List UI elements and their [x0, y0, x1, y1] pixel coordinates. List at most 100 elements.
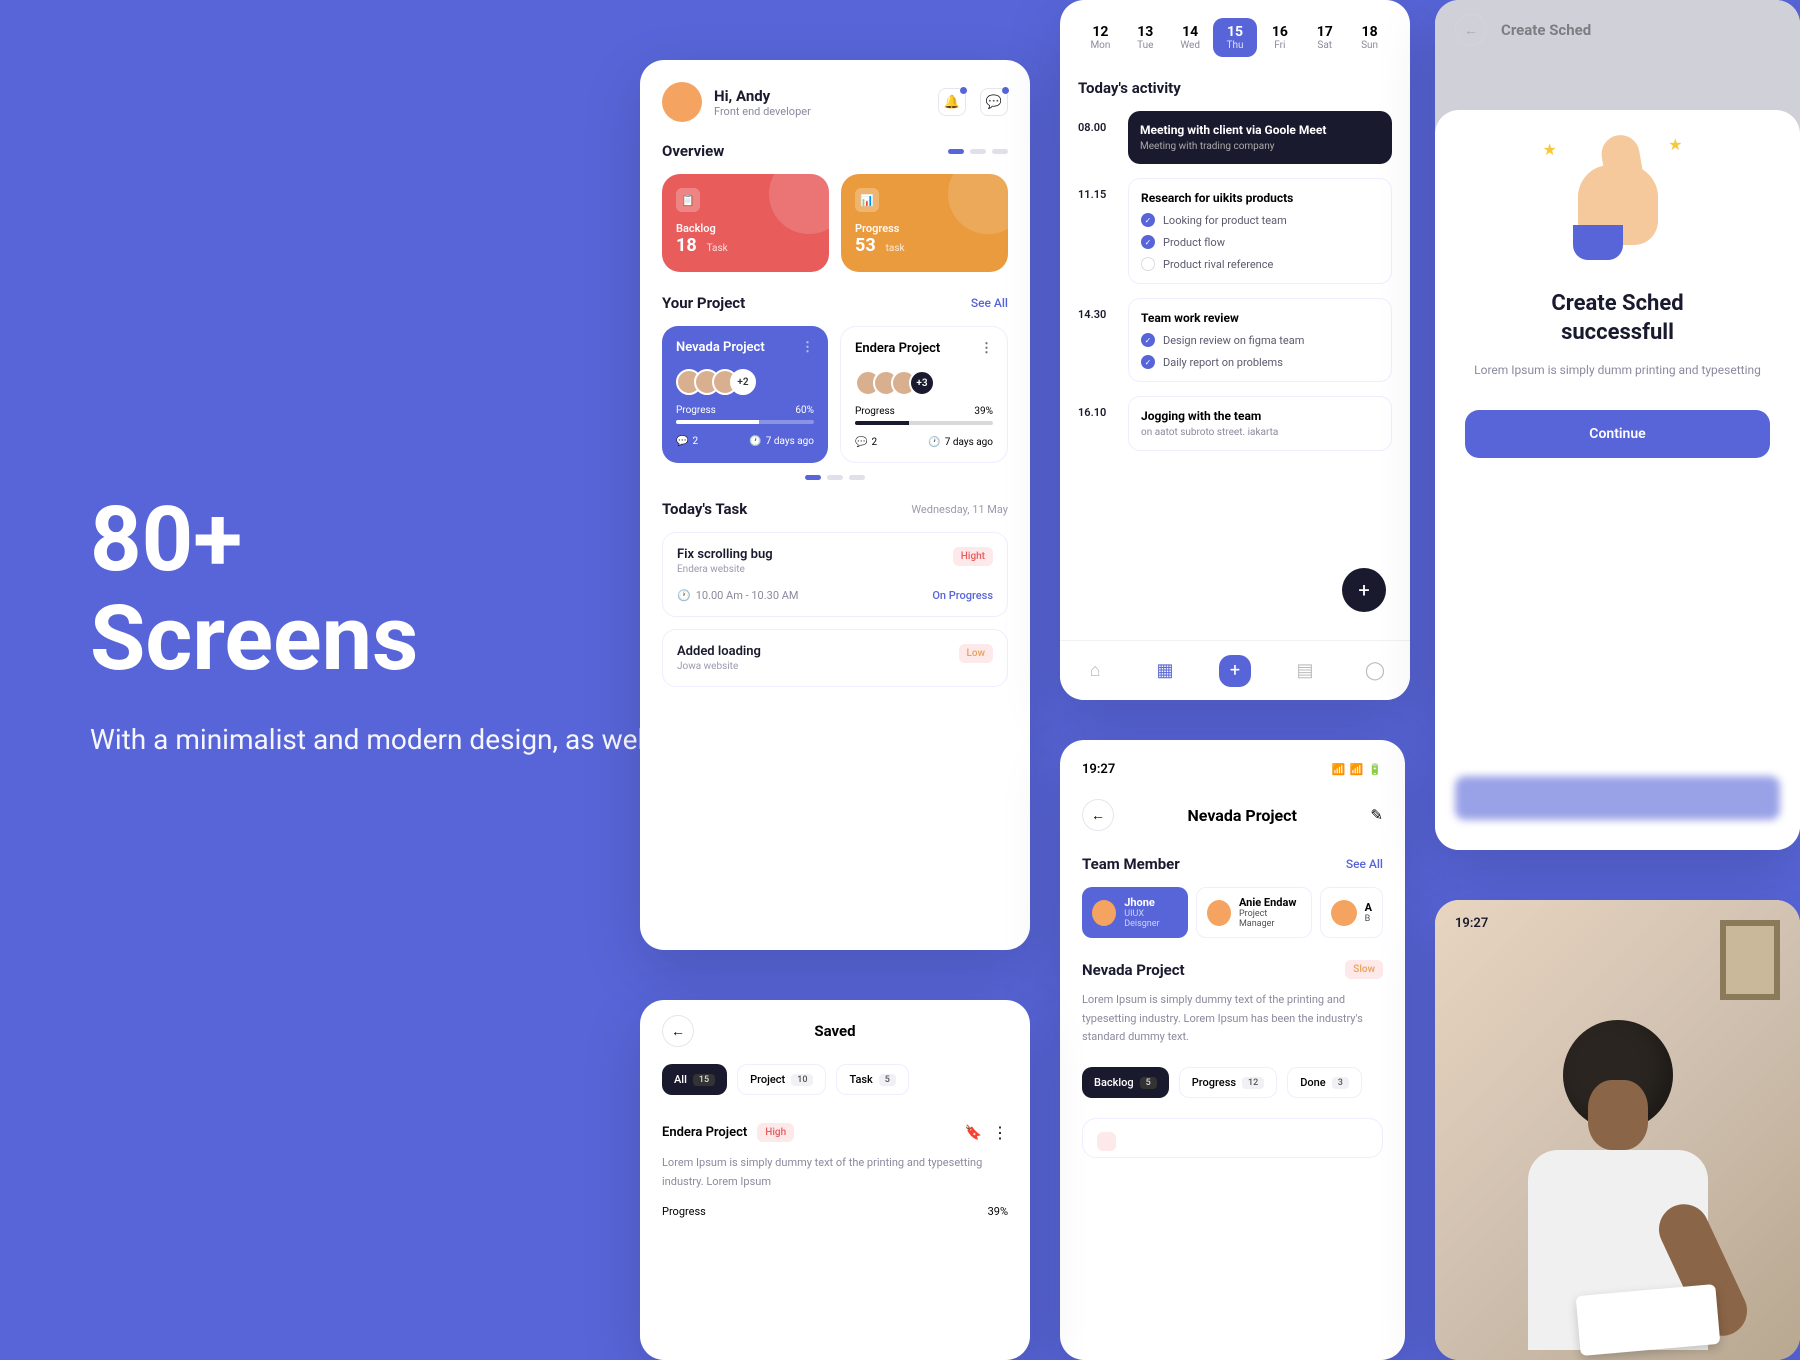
status-badge: Slow — [1345, 960, 1383, 979]
project-card-endera[interactable]: Endera Project⋮ +3 Progress39% 💬 2🕐 7 da… — [840, 326, 1008, 463]
clock-icon: 🕐 7 days ago — [928, 437, 993, 448]
bookmark-icon[interactable]: 🔖 — [965, 1125, 982, 1141]
filter-project[interactable]: Project10 — [737, 1064, 826, 1095]
cal-day[interactable]: 16Fri — [1257, 18, 1302, 57]
activity-item[interactable]: Team work review ✓Design review on figma… — [1128, 298, 1392, 382]
priority-badge: Low — [959, 644, 994, 663]
avatar — [1207, 900, 1231, 926]
filter-progress[interactable]: Progress12 — [1179, 1067, 1277, 1098]
more-icon[interactable]: ⋮ — [801, 340, 814, 355]
filter-done[interactable]: Done3 — [1287, 1067, 1362, 1098]
activity-item[interactable]: Research for uikits products ✓Looking fo… — [1128, 178, 1392, 284]
modal-title-1: Create Sched — [1551, 291, 1683, 316]
nav-home-icon[interactable]: ⌂ — [1079, 655, 1111, 687]
overview-pager[interactable] — [948, 149, 1008, 154]
your-project-label: Your Project — [662, 294, 745, 312]
back-button[interactable]: ← — [1082, 799, 1114, 831]
dashboard-screen: Hi, Andy Front end developer 🔔 💬 Overvie… — [640, 60, 1030, 950]
user-role: Front end developer — [714, 105, 811, 118]
nav-profile-icon[interactable]: ◯ — [1359, 655, 1391, 687]
cal-day[interactable]: 13Tue — [1123, 18, 1168, 57]
page-title: Nevada Project — [1187, 806, 1296, 825]
cal-day[interactable]: 14Wed — [1168, 18, 1213, 57]
wall-frame — [1720, 920, 1780, 1000]
status-time: 19:27 — [1455, 916, 1488, 931]
backlog-card[interactable]: 📋 Backlog 18 Task — [662, 174, 829, 272]
add-activity-button[interactable]: + — [1342, 568, 1386, 612]
clock-icon: 🕐 7 days ago — [749, 436, 814, 447]
thumbs-up-icon: ★ ★ — [1563, 150, 1673, 260]
filter-all[interactable]: All15 — [662, 1064, 727, 1095]
task-placeholder[interactable] — [1082, 1118, 1383, 1158]
team-member[interactable]: Anie EndawProject Manager — [1196, 887, 1312, 938]
task-item[interactable]: Added loadingJowa website Low — [662, 629, 1008, 687]
cal-day[interactable]: 18Sun — [1347, 18, 1392, 57]
back-button-blur: ← — [1455, 14, 1487, 46]
team-label: Team Member — [1082, 855, 1180, 873]
project-description: Lorem Ipsum is simply dummy text of the … — [1082, 991, 1383, 1047]
cal-day-active[interactable]: 15Thu — [1213, 18, 1258, 57]
saved-item-desc: Lorem Ipsum is simply dummy text of the … — [662, 1154, 1008, 1191]
nav-doc-icon[interactable]: ▤ — [1289, 655, 1321, 687]
modal-subtitle: Lorem Ipsum is simply dumm printing and … — [1465, 361, 1770, 380]
continue-button[interactable]: Continue — [1465, 410, 1770, 458]
activity-label: Today's activity — [1078, 79, 1181, 97]
check-icon: ✓ — [1141, 355, 1155, 369]
message-icon[interactable]: 💬 — [980, 88, 1008, 116]
backlog-icon: 📋 — [676, 188, 700, 212]
priority-badge: Hight — [953, 547, 993, 566]
progress-card[interactable]: 📊 Progress 53 task — [841, 174, 1008, 272]
project-card-nevada[interactable]: Nevada Project⋮ +2 Progress60% 💬 2🕐 7 da… — [662, 326, 828, 463]
task-item[interactable]: Fix scrolling bugEndera website Hight 🕐 … — [662, 532, 1008, 617]
comments-icon: 💬 2 — [676, 436, 698, 447]
today-date: Wednesday, 11 May — [911, 503, 1008, 516]
progress-icon: 📊 — [855, 188, 879, 212]
back-button[interactable]: ← — [662, 1015, 694, 1047]
photo-screen: 19:27 — [1435, 900, 1800, 1360]
page-title: Saved — [814, 1022, 855, 1040]
notification-icon[interactable]: 🔔 — [938, 88, 966, 116]
check-icon: ✓ — [1141, 333, 1155, 347]
avatar — [1331, 900, 1357, 926]
more-icon[interactable]: ⋮ — [992, 1123, 1008, 1142]
check-icon-empty[interactable] — [1141, 257, 1155, 271]
priority-badge: High — [757, 1123, 794, 1142]
filter-task[interactable]: Task5 — [836, 1064, 908, 1095]
saved-item-name: Endera Project — [662, 1125, 747, 1140]
project-name: Nevada Project — [1082, 961, 1185, 979]
filter-backlog[interactable]: Backlog5 — [1082, 1067, 1169, 1098]
overview-label: Overview — [662, 142, 724, 160]
saved-screen: ← Saved All15 Project10 Task5 Endera Pro… — [640, 1000, 1030, 1360]
avatar — [1092, 900, 1116, 926]
see-all-projects[interactable]: See All — [971, 296, 1008, 310]
today-task-label: Today's Task — [662, 500, 747, 518]
user-avatar[interactable] — [662, 82, 702, 122]
see-all-team[interactable]: See All — [1346, 857, 1383, 871]
cal-day[interactable]: 17Sat — [1302, 18, 1347, 57]
status-icons: 📶 📶 🔋 — [1331, 763, 1383, 776]
calendar-screen: 12Mon 13Tue 14Wed 15Thu 16Fri 17Sat 18Su… — [1060, 0, 1410, 700]
team-member[interactable]: JhoneUIUX Deisgner — [1082, 887, 1188, 938]
check-icon: ✓ — [1141, 213, 1155, 227]
user-greeting: Hi, Andy — [714, 87, 811, 105]
clock-icon: 🕐 10.00 Am - 10.30 AM — [677, 589, 799, 602]
check-icon: ✓ — [1141, 235, 1155, 249]
nav-create-icon[interactable]: + — [1219, 655, 1251, 687]
activity-item[interactable]: Meeting with client via Goole Meet Meeti… — [1128, 111, 1392, 164]
activity-item[interactable]: Jogging with the team on aatot subroto s… — [1128, 396, 1392, 451]
project-detail-screen: 19:27 📶 📶 🔋 ← Nevada Project ✎ Team Memb… — [1060, 740, 1405, 1360]
cal-day[interactable]: 12Mon — [1078, 18, 1123, 57]
edit-icon[interactable]: ✎ — [1370, 806, 1383, 824]
more-icon[interactable]: ⋮ — [980, 341, 993, 356]
modal-screen: ← Create Sched ★ ★ Create Sched successf… — [1435, 0, 1800, 850]
modal-title-2: successfull — [1561, 320, 1674, 345]
team-member[interactable]: AB — [1320, 887, 1383, 938]
comments-icon: 💬 2 — [855, 437, 877, 448]
nav-calendar-icon[interactable]: ▦ — [1149, 655, 1181, 687]
task-status: On Progress — [932, 589, 993, 602]
hero-title-2: Screens — [90, 586, 418, 691]
blur-button — [1455, 776, 1780, 820]
person-photo — [1488, 1020, 1748, 1360]
header-blur: Create Sched — [1501, 21, 1591, 39]
status-time: 19:27 — [1082, 762, 1115, 777]
